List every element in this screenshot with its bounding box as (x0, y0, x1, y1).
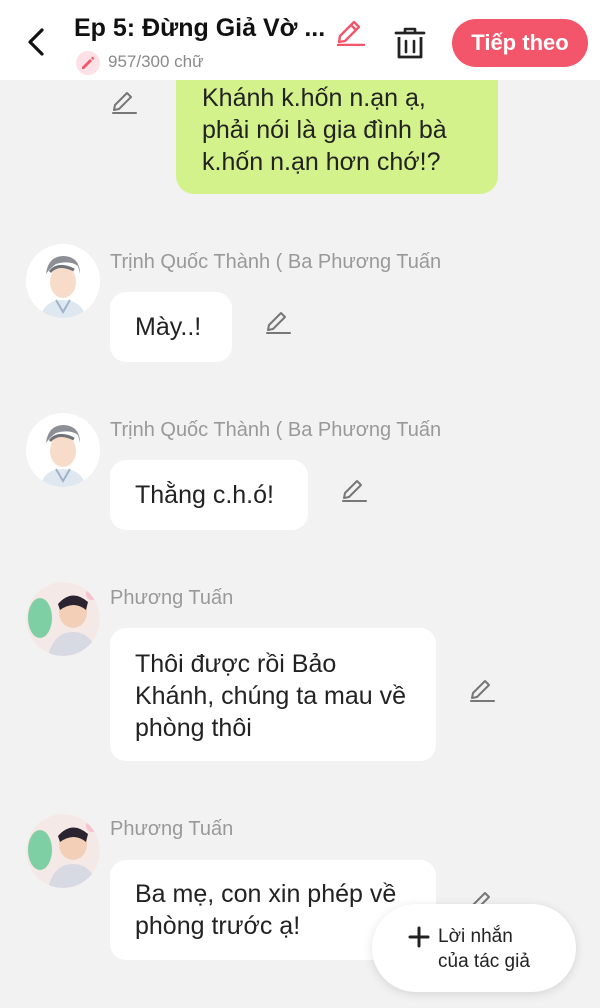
avatar[interactable] (26, 582, 100, 656)
message-bubble[interactable]: Mày..! (110, 292, 232, 362)
own-message-bubble[interactable]: Khánh k.hốn n.ạn ạ, phải nói là gia đình… (176, 66, 498, 194)
author-note-button[interactable]: Lời nhắn của tác giả (372, 904, 576, 992)
sender-name: Phương Tuấn (110, 818, 234, 840)
trash-icon[interactable] (392, 24, 428, 62)
sender-name: Trịnh Quốc Thành ( Ba Phương Tuấn (110, 251, 442, 273)
next-button[interactable]: Tiếp theo (452, 19, 588, 67)
message-bubble[interactable]: Thôi được rồi Bảo Khánh, chúng ta mau về… (110, 628, 436, 761)
episode-title[interactable]: Ep 5: Đừng Giả Vờ ... (74, 14, 325, 43)
edit-title-icon[interactable] (334, 14, 366, 47)
edit-message-icon[interactable] (468, 674, 496, 702)
author-note-label-2: của tác giả (438, 951, 530, 972)
sender-name: Trịnh Quốc Thành ( Ba Phương Tuấn (110, 419, 442, 441)
edit-message-icon[interactable] (340, 474, 368, 502)
plus-icon (408, 926, 430, 948)
edit-message-icon[interactable] (264, 306, 292, 334)
back-icon[interactable] (22, 24, 52, 60)
author-note-label: Lời nhắn (438, 926, 513, 947)
pencil-badge-icon (76, 51, 100, 75)
edit-message-icon[interactable] (110, 86, 138, 114)
sender-name: Phương Tuấn (110, 587, 234, 609)
word-count: 957/300 chữ (108, 52, 204, 71)
top-bar: Ep 5: Đừng Giả Vờ ... 957/300 chữ Tiếp t… (0, 0, 600, 80)
avatar[interactable] (26, 244, 100, 318)
message-bubble[interactable]: Thằng c.h.ó! (110, 460, 308, 530)
avatar[interactable] (26, 413, 100, 487)
avatar[interactable] (26, 814, 100, 888)
chat-area: Khánh k.hốn n.ạn ạ, phải nói là gia đình… (0, 66, 600, 1008)
